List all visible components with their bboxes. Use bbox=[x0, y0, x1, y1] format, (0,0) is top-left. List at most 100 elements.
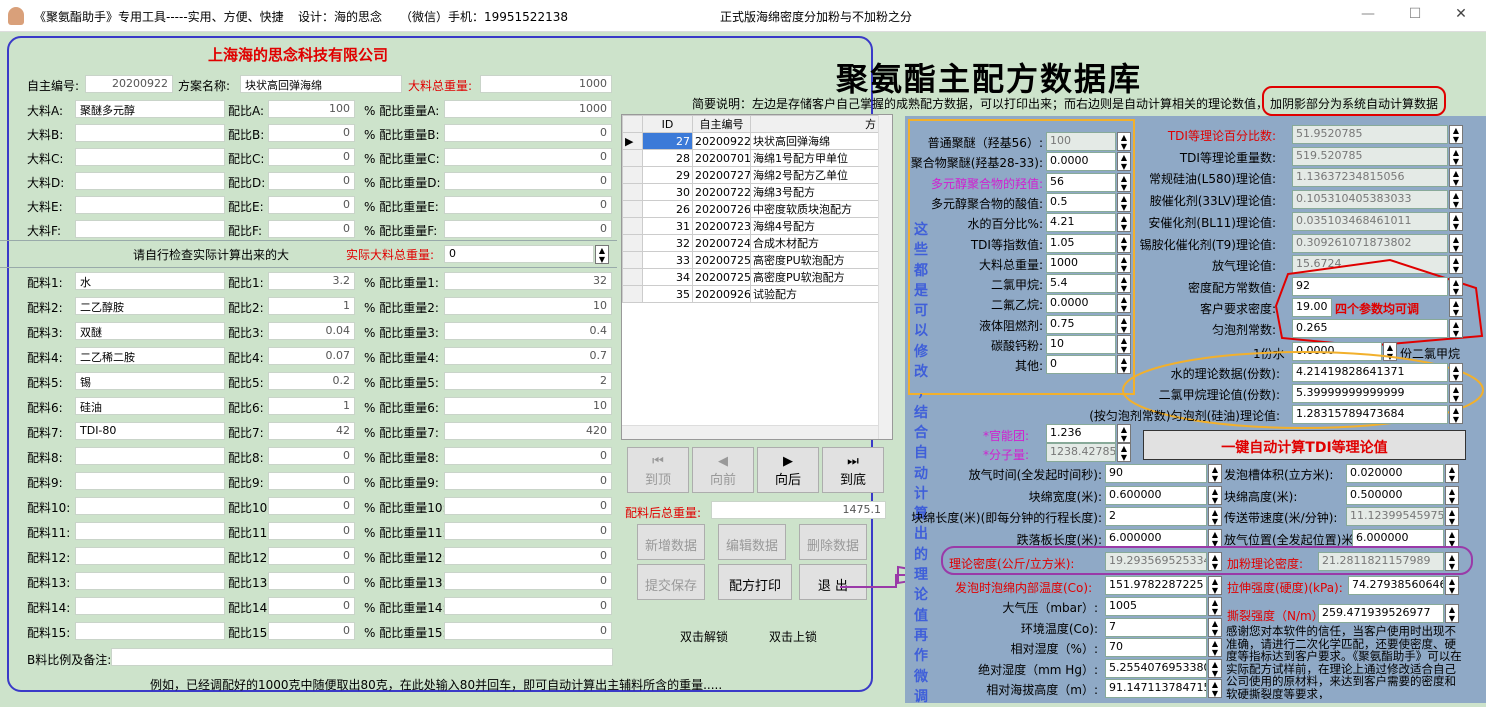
calc-left-input[interactable]: 0.0000 bbox=[1046, 294, 1116, 314]
aux-ratio-input[interactable]: 0.07 bbox=[268, 347, 355, 365]
density-param-input[interactable]: 19.00 bbox=[1292, 298, 1332, 317]
calc-left-input[interactable]: 1.05 bbox=[1046, 233, 1116, 253]
calc-button[interactable]: 一键自动计算TDI等理论值 bbox=[1143, 430, 1466, 460]
process-input[interactable]: 90 bbox=[1105, 464, 1207, 483]
spinner-icon[interactable]: ▲ ▼ bbox=[1208, 679, 1222, 698]
spinner-icon[interactable]: ▲ ▼ bbox=[1117, 152, 1131, 172]
spinner-icon[interactable]: ▲ ▼ bbox=[1449, 363, 1463, 382]
main-weight-input[interactable]: 0 bbox=[444, 196, 612, 214]
aux-ratio-input[interactable]: 0 bbox=[268, 447, 355, 465]
tensile-input[interactable]: 74.279385606460 bbox=[1348, 576, 1444, 595]
table-row[interactable]: 31 20200723 海绵4号配方 bbox=[622, 217, 879, 235]
aux-material-name-input[interactable] bbox=[75, 622, 225, 640]
main-material-name-input[interactable] bbox=[75, 220, 225, 238]
env-input[interactable]: 5.25540769533808 bbox=[1105, 658, 1207, 678]
number-cell[interactable]: 20200726 bbox=[692, 200, 751, 218]
main-material-name-input[interactable] bbox=[75, 124, 225, 142]
inner-temp-input[interactable]: 151.9782287225 bbox=[1105, 576, 1207, 595]
add-button[interactable]: 新增数据 bbox=[637, 524, 705, 560]
row-header[interactable] bbox=[622, 200, 643, 218]
calc-left-input[interactable]: 0.75 bbox=[1046, 314, 1116, 334]
spinner-icon[interactable]: ▲ ▼ bbox=[1117, 213, 1131, 233]
name-cell[interactable]: 高密度PU软泡配方 bbox=[750, 251, 879, 269]
table-row[interactable]: 292020072701海绵2号配方乙单位 bbox=[622, 166, 879, 184]
table-row[interactable]: 33 20200725 高密度PU软泡配方 bbox=[622, 251, 879, 269]
aux-weight-input[interactable]: 0.7 bbox=[444, 347, 612, 365]
calc-left-input[interactable]: 0.5 bbox=[1046, 192, 1116, 212]
aux-material-name-input[interactable] bbox=[75, 572, 225, 590]
main-material-name-input[interactable]: 聚醚多元醇 bbox=[75, 100, 225, 118]
spinner-icon[interactable]: ▲ ▼ bbox=[1117, 253, 1131, 273]
remark-input[interactable] bbox=[111, 648, 613, 666]
main-ratio-input[interactable]: 100 bbox=[268, 100, 355, 118]
id-cell[interactable]: 27 bbox=[642, 132, 693, 150]
id-cell[interactable]: 26 bbox=[642, 200, 693, 218]
spinner-icon[interactable]: ▲ ▼ bbox=[1445, 552, 1459, 571]
spinner-icon[interactable]: ▲ ▼ bbox=[1117, 294, 1131, 314]
env-input[interactable]: 70 bbox=[1105, 638, 1207, 657]
spinner-icon[interactable]: ▲ ▼ bbox=[1117, 443, 1131, 462]
spinner-icon[interactable]: ▲ ▼ bbox=[1449, 211, 1463, 231]
aux-material-name-input[interactable] bbox=[75, 597, 225, 615]
aux-weight-input[interactable]: 32 bbox=[444, 272, 612, 290]
delete-button[interactable]: 删除数据 bbox=[799, 524, 867, 560]
spinner-icon[interactable]: ▲ ▼ bbox=[1208, 617, 1222, 637]
main-total-input[interactable]: 1000 bbox=[480, 75, 612, 93]
spinner-icon[interactable]: ▲ ▼ bbox=[1449, 125, 1463, 144]
name-cell[interactable]: 海绵2号配方乙单位 bbox=[750, 166, 879, 184]
spinner-icon[interactable]: ▲ ▼ bbox=[1445, 507, 1459, 526]
density-param-input[interactable]: 92 bbox=[1292, 277, 1448, 296]
aux-ratio-input[interactable]: 0 bbox=[268, 547, 355, 565]
after-total-input[interactable]: 1475.1 bbox=[711, 501, 886, 519]
main-material-name-input[interactable] bbox=[75, 148, 225, 166]
first-button[interactable]: ⏮ 到顶 bbox=[627, 447, 689, 493]
spinner-icon[interactable]: ▲ ▼ bbox=[1449, 319, 1463, 338]
id-cell[interactable]: 35 bbox=[642, 285, 693, 303]
id-cell[interactable]: 31 bbox=[642, 217, 693, 235]
aux-weight-input[interactable]: 0.4 bbox=[444, 322, 612, 340]
aux-material-name-input[interactable] bbox=[75, 522, 225, 540]
spinner-icon[interactable]: ▲ ▼ bbox=[1117, 233, 1131, 253]
table-row[interactable]: 26 20200726 中密度软质块泡配方 bbox=[622, 200, 879, 218]
actual-total-input[interactable]: 0 bbox=[444, 245, 594, 263]
aux-ratio-input[interactable]: 0 bbox=[268, 572, 355, 590]
id-cell[interactable]: 32 bbox=[642, 234, 693, 252]
name-cell[interactable]: 海绵3号配方 bbox=[750, 183, 879, 201]
spinner-icon[interactable]: ▲ ▼ bbox=[1449, 233, 1463, 253]
aux-ratio-input[interactable]: 0 bbox=[268, 622, 355, 640]
calc-left-input[interactable]: 4.21 bbox=[1046, 213, 1116, 233]
main-ratio-input[interactable]: 0 bbox=[268, 196, 355, 214]
number-cell[interactable]: 20200725 bbox=[692, 251, 751, 269]
row-header[interactable] bbox=[622, 268, 643, 286]
grid-scrollbar[interactable] bbox=[878, 115, 892, 439]
aux-material-name-input[interactable]: 硅油 bbox=[75, 397, 225, 415]
aux-ratio-input[interactable]: 0 bbox=[268, 497, 355, 515]
table-row[interactable]: 282020070101海绵1号配方甲单位 bbox=[622, 149, 879, 167]
edit-button[interactable]: 编辑数据 bbox=[718, 524, 786, 560]
spinner-icon[interactable]: ▲ ▼ bbox=[595, 245, 609, 264]
spinner-icon[interactable]: ▲ ▼ bbox=[1449, 384, 1463, 403]
aux-material-name-input[interactable] bbox=[75, 472, 225, 490]
row-header[interactable] bbox=[622, 149, 643, 167]
spinner-icon[interactable]: ▲ ▼ bbox=[1208, 576, 1222, 595]
aux-weight-input[interactable]: 420 bbox=[444, 422, 612, 440]
name-cell[interactable]: 合成木材配方 bbox=[750, 234, 879, 252]
col-name[interactable]: 方 bbox=[750, 115, 879, 133]
spinner-icon[interactable]: ▲ ▼ bbox=[1117, 172, 1131, 192]
main-ratio-input[interactable]: 0 bbox=[268, 124, 355, 142]
unlock-text[interactable]: 双击解锁 bbox=[680, 628, 728, 645]
main-material-name-input[interactable] bbox=[75, 172, 225, 190]
table-row[interactable]: 342020072501高密度PU软泡配方 bbox=[622, 268, 879, 286]
spinner-icon[interactable]: ▲ ▼ bbox=[1445, 464, 1459, 483]
spinner-icon[interactable]: ▲ ▼ bbox=[1208, 485, 1222, 505]
number-cell[interactable]: 20200723 bbox=[692, 217, 751, 235]
aux-weight-input[interactable]: 0 bbox=[444, 597, 612, 615]
aux-weight-input[interactable]: 0 bbox=[444, 522, 612, 540]
aux-weight-input[interactable]: 0 bbox=[444, 497, 612, 515]
tear-input[interactable]: 259.471939526977 bbox=[1318, 604, 1444, 623]
lock-text[interactable]: 双击上锁 bbox=[769, 628, 817, 645]
aux-weight-input[interactable]: 10 bbox=[444, 397, 612, 415]
spinner-icon[interactable]: ▲ ▼ bbox=[1449, 190, 1463, 210]
table-row[interactable]: 32 20200724 合成木材配方 bbox=[622, 234, 879, 252]
aux-ratio-input[interactable]: 0 bbox=[268, 472, 355, 490]
